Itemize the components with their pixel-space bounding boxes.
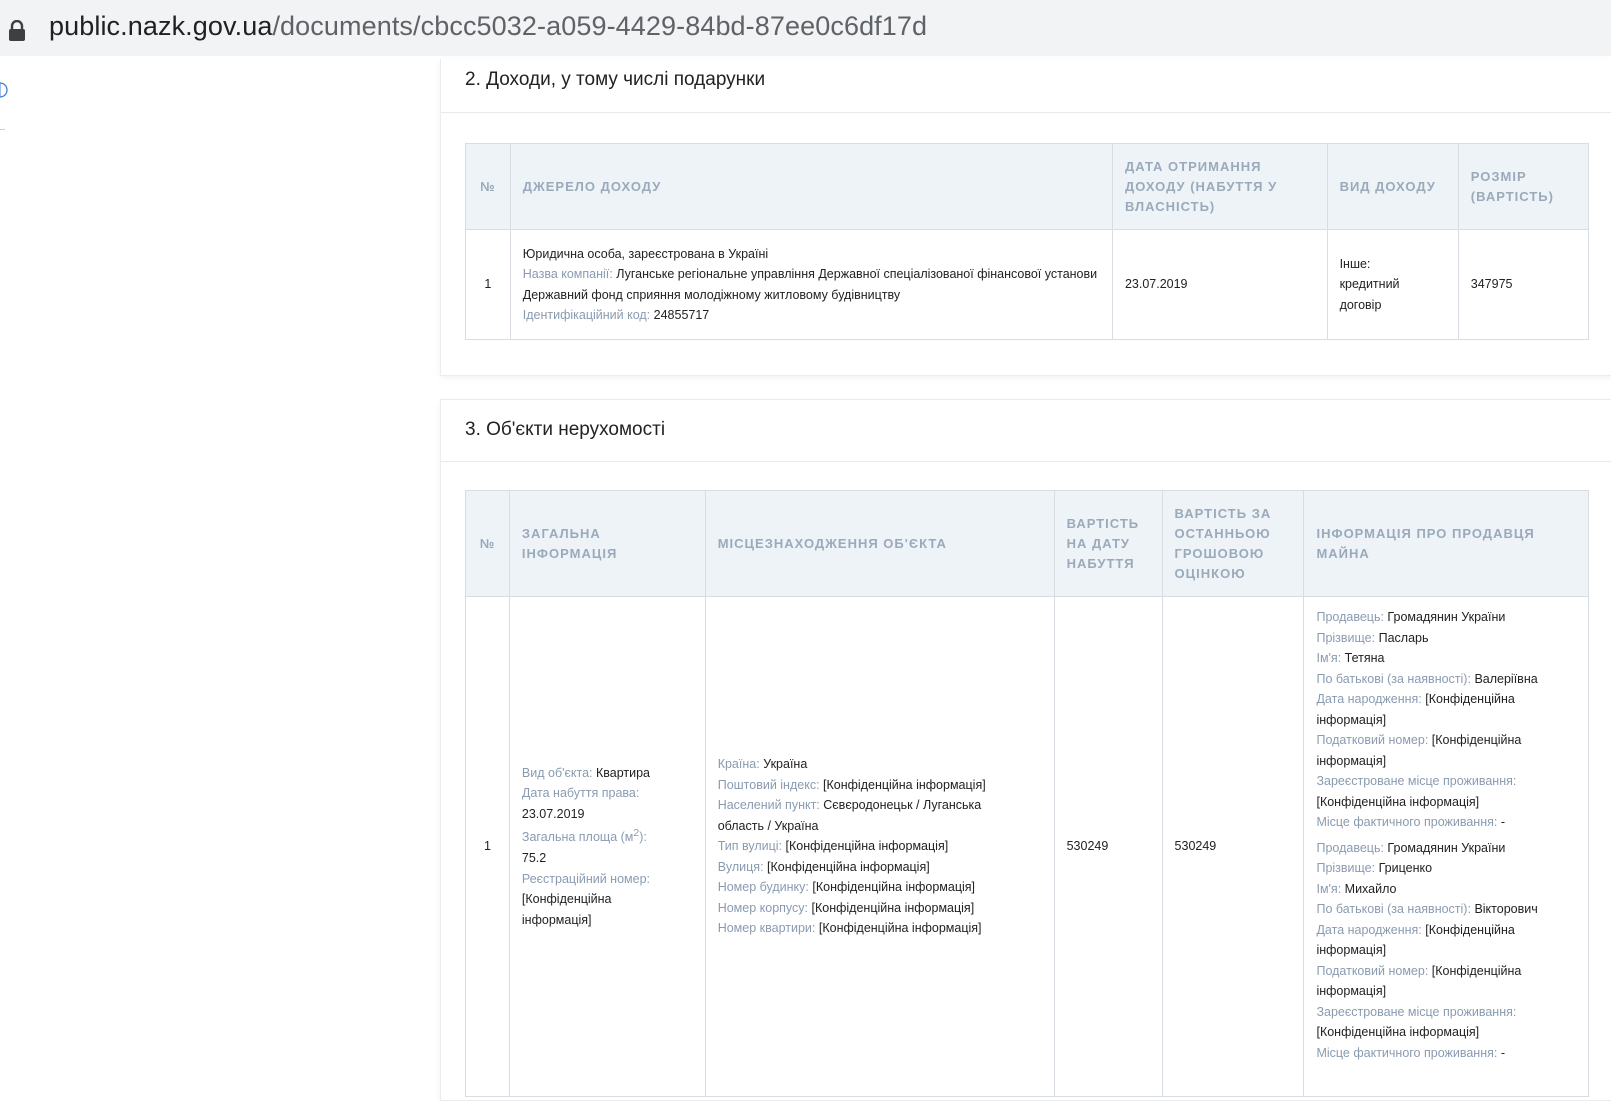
country: Україна [763,757,808,772]
property-table-header: № ЗАГАЛЬНА ІНФОРМАЦІЯ МІСЦЕЗНАХОДЖЕННЯ О… [465,490,1589,597]
area-value: 75.2 [521,851,547,866]
street-type: [Конфіденційна інформація] [785,839,949,854]
seller-name: Тетяна [1344,651,1385,665]
lock-icon[interactable] [8,20,26,42]
seller-type: Громадянин України [1387,610,1506,624]
house-label: Номер будинку: [717,880,809,895]
code-line: Ідентифікаційний код: 24855717 [523,305,1100,326]
property-section-title: 3. Об'єкти нерухомості [465,419,666,440]
building-label: Номер корпусу: [717,900,809,915]
seller-surname: Пасларь [1378,630,1429,645]
value-assessed: 530249 [1161,596,1305,1097]
street-type-label: Тип вулиці: [717,839,783,854]
income-date: 23.07.2019 [1111,229,1328,340]
value-acquired: 530249 [1053,596,1163,1097]
income-table: № ДЖЕРЕЛО ДОХОДУ ДАТА ОТРИМАННЯ ДОХОДУ (… [465,143,1590,340]
table-row: 1 Юридична особа, зареєстрована в Україн… [465,229,1590,340]
postal-label: Поштовий індекс: [717,777,820,792]
acquired-date-label: Дата набуття права: [521,786,640,801]
seller-patronymic: Валеріївна [1474,671,1538,686]
header-value-acquired: ВАРТІСТЬ НА ДАТУ НАБУТТЯ [1053,490,1163,597]
street-label: Вулиця: [717,859,764,874]
seller-actual-place: - [1500,1045,1506,1060]
left-divider [0,129,5,130]
company-code: 24855717 [653,308,710,322]
location-cell: Країна: Україна Поштовий індекс: [Конфід… [704,596,1055,1097]
header-general-info: ЗАГАЛЬНА ІНФОРМАЦІЯ [508,490,706,597]
apartment: [Конфіденційна інформація] [818,921,982,936]
income-type: Інше: кредитний договір [1326,229,1459,340]
seller-surname: Гриценко [1378,861,1433,875]
property-table: № ЗАГАЛЬНА ІНФОРМАЦІЯ МІСЦЕЗНАХОДЖЕННЯ О… [465,490,1589,1097]
seller-type: Громадянин України [1387,840,1506,855]
postal: [Конфіденційна інформація] [823,777,986,792]
header-date: ДАТА ОТРИМАННЯ ДОХОДУ (НАБУТТЯ У ВЛАСНІС… [1111,143,1328,230]
building: [Конфіденційна інформація] [811,900,975,915]
general-info-cell: Вид об'єкта: Квартира Дата набуття права… [508,596,706,1097]
url-path: /documents/cbcc5032-a059-4429-84bd-87ee0… [272,11,928,41]
seller-block: Продавець: Громадянин України Прізвище: … [1316,610,1538,829]
seller-patronymic: Вікторович [1474,902,1538,916]
company-label: Назва компанії: [522,267,613,281]
seller-name: Михайло [1344,881,1397,896]
section-divider [441,112,1611,113]
income-table-header: № ДЖЕРЕЛО ДОХОДУ ДАТА ОТРИМАННЯ ДОХОДУ (… [465,143,1590,230]
row-number: 1 [465,596,510,1097]
area-label: Загальна площа (м2): [521,828,647,845]
code-label: Ідентифікаційний код: [522,308,651,322]
country-label: Країна: [717,757,760,772]
seller-info-cell: Продавець: Громадянин України Прізвище: … [1303,596,1589,1097]
street: [Конфіденційна інформація] [767,859,930,874]
url-host: public.nazk.gov.ua [49,11,273,41]
income-amount: 347975 [1457,229,1590,340]
header-value-assessed: ВАРТІСТЬ ЗА ОСТАННЬОЮ ГРОШОВОЮ ОЦІНКОЮ [1161,490,1305,597]
income-type-text: Інше: кредитний договір [1339,256,1400,312]
property-section: 3. Об'єкти нерухомості № ЗАГАЛЬНА ІНФОРМ… [440,399,1611,1101]
seller-reg-place: [Конфіденційна інформація] [1316,794,1480,809]
reg-number-label: Реєстраційний номер: [521,871,650,886]
table-row: 1 Вид об'єкта: Квартира Дата набуття пра… [465,596,1589,1097]
address-bar[interactable]: public.nazk.gov.ua/documents/cbcc5032-a0… [0,0,1611,56]
object-type: Квартира [595,765,651,780]
section-divider [441,461,1611,462]
seller-reg-place: [Конфіденційна інформація] [1316,1025,1480,1039]
apartment-label: Номер квартири: [717,921,816,936]
header-amount: РОЗМІР (ВАРТІСТЬ) [1457,143,1590,230]
header-income-type: ВИД ДОХОДУ [1326,143,1459,230]
company-line: Назва компанії: Луганське регіональне уп… [523,264,1100,305]
seller-actual-place: - [1500,815,1506,829]
reg-number: [Конфіденційна інформація] [521,892,612,927]
header-seller-info: ІНФОРМАЦІЯ ПРО ПРОДАВЦЯ МАЙНА [1303,490,1589,597]
income-source-cell: Юридична особа, зареєстрована в Україні … [509,229,1113,340]
header-location: МІСЦЕЗНАХОДЖЕННЯ ОБ'ЄКТА [704,490,1055,597]
header-number: № [465,143,511,230]
city-label: Населений пункт: [717,798,820,813]
seller-block: Продавець: Громадянин України Прізвище: … [1316,840,1538,1060]
url-text[interactable]: public.nazk.gov.ua/documents/cbcc5032-a0… [49,11,927,42]
acquired-date: 23.07.2019 [521,806,585,821]
source-type: Юридична особа, зареєстрована в Україні [522,246,769,261]
income-section-title: 2. Доходи, у тому числі подарунки [465,69,766,90]
partial-globe-icon [0,82,8,98]
house: [Конфіденційна інформація] [812,880,976,895]
header-source: ДЖЕРЕЛО ДОХОДУ [509,143,1113,230]
row-number: 1 [465,229,511,340]
header-number: № [465,490,510,597]
object-type-label: Вид об'єкта: [521,765,593,780]
income-section: 2. Доходи, у тому числі подарунки № ДЖЕР… [440,59,1611,376]
